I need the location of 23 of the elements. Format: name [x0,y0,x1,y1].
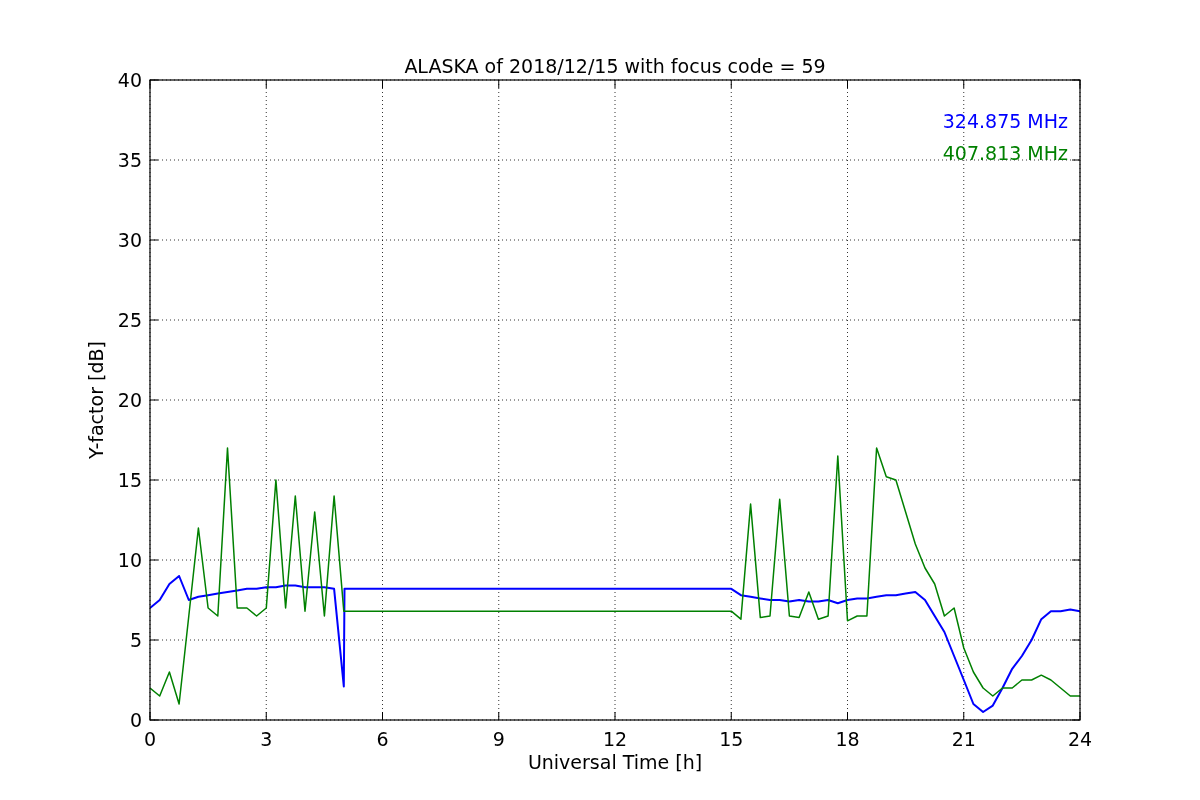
x-tick-label: 24 [1067,728,1093,750]
y-tick-label: 30 [117,229,142,251]
chart-title: ALASKA of 2018/12/15 with focus code = 59 [404,55,826,77]
x-tick-label: 6 [376,728,389,750]
y-tick-label: 5 [129,629,142,651]
y-tick-label: 10 [117,549,142,571]
y-tick-label: 40 [117,69,142,91]
y-tick-label: 35 [117,149,142,171]
legend-label: 324.875 MHz [942,110,1068,132]
y-tick-label: 15 [117,469,142,491]
x-tick-label: 0 [143,728,157,750]
y-tick-label: 25 [117,309,142,331]
y-axis-label: Y-factor [dB] [85,341,107,459]
x-axis-label: Universal Time [h] [527,751,703,773]
x-tick-label: 18 [835,728,860,750]
x-tick-label: 9 [492,728,505,750]
y-tick-label: 20 [117,389,142,411]
legend-label: 407.813 MHz [942,142,1068,164]
x-tick-label: 15 [719,728,744,750]
x-tick-label: 21 [951,728,976,750]
x-tick-label: 12 [602,728,628,750]
x-tick-label: 3 [260,728,273,750]
y-tick-label: 0 [129,709,142,731]
